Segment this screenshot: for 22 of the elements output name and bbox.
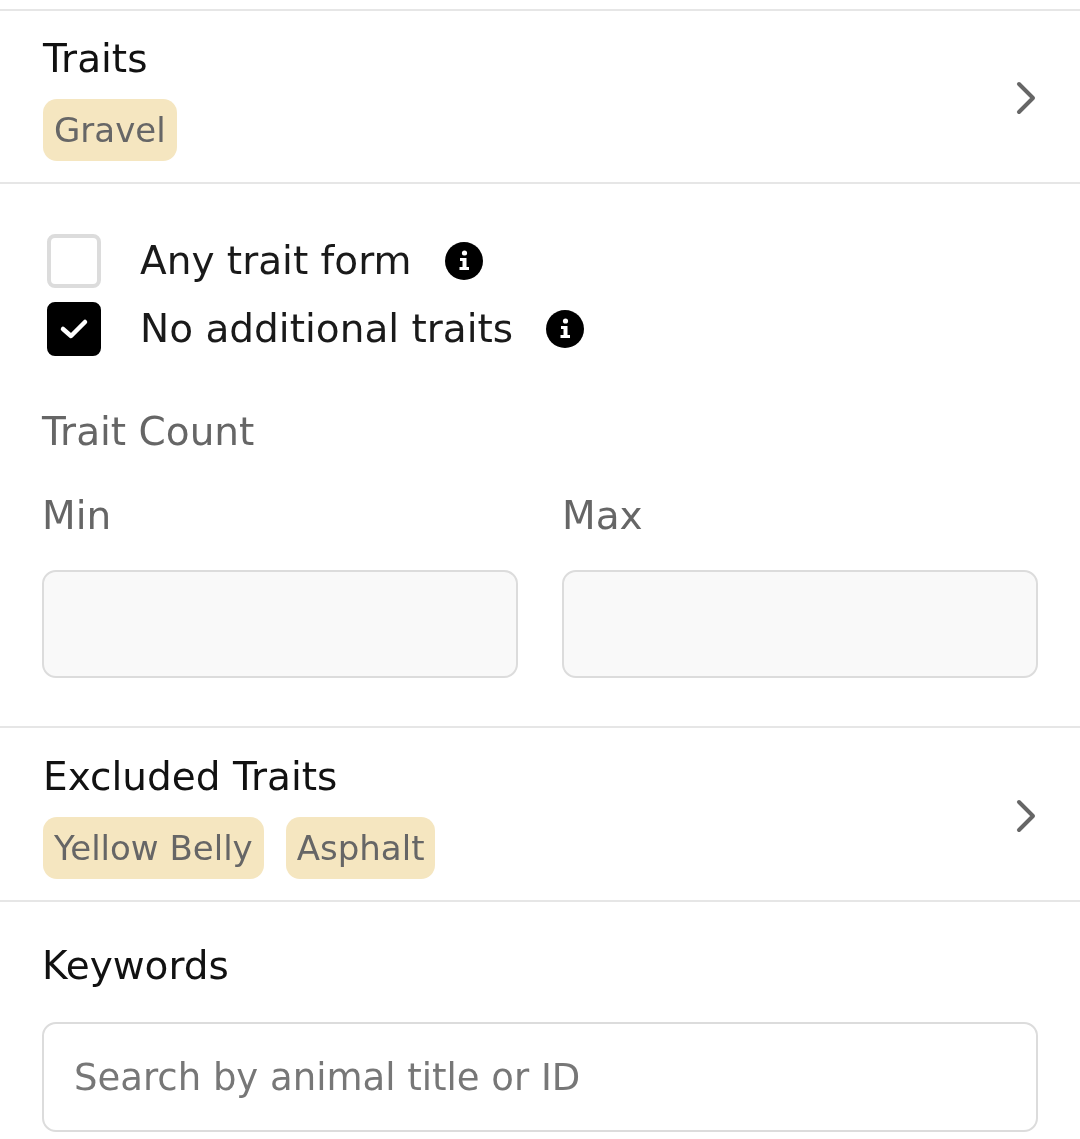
input-field[interactable] [562,570,1038,678]
info-icon[interactable] [444,242,483,280]
trait-tag: Asphalt [285,817,436,879]
input-field[interactable] [42,570,518,678]
checkbox-label: No additional traits [140,305,514,353]
section-title: Excluded Traits [43,753,338,801]
section-title: Keywords [42,942,229,990]
field-label: Min [42,492,112,540]
trait-count-label: Trait Count [42,408,255,456]
traits-row[interactable]: Traits Gravel [0,9,1080,184]
trait-tag: Yellow Belly [43,817,264,879]
chevron-right-icon [1016,799,1036,833]
chevron-right-icon [1016,81,1036,115]
field-label: Max [562,492,643,540]
info-icon[interactable] [546,310,585,348]
search-field[interactable]: Search by animal title or ID [42,1022,1038,1132]
trait-tag: Gravel [43,99,177,161]
checkbox-label: Any trait form [140,237,412,285]
checkbox[interactable] [47,302,101,356]
section-title: Traits [43,35,148,83]
checkmark-icon [59,317,89,341]
excluded-traits-row[interactable]: Excluded Traits Yellow Belly Asphalt [0,728,1080,902]
